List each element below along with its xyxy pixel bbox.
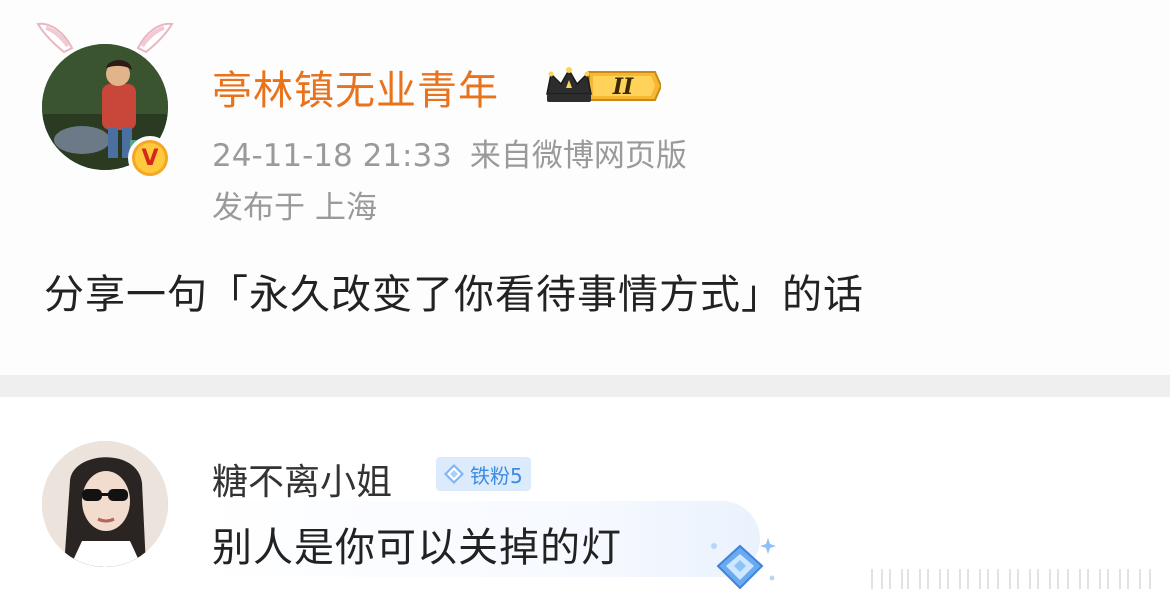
post-meta: 24-11-18 21:33 来自微博网页版 — [212, 130, 687, 175]
gem-sparkle-icon — [711, 538, 776, 590]
post-source[interactable]: 来自微博网页版 — [470, 138, 687, 174]
post-timestamp: 24-11-18 21:33 — [212, 138, 452, 174]
diamond-icon — [444, 464, 464, 484]
author-name[interactable]: 亭林镇无业青年 — [212, 58, 499, 116]
member-level-label: II — [612, 74, 634, 100]
comment-text: 别人是你可以关掉的灯 — [212, 525, 622, 571]
location-name: 上海 — [315, 190, 377, 226]
section-divider — [0, 375, 1170, 397]
commenter-avatar[interactable] — [42, 441, 168, 567]
post-location: 发布于 上海 — [212, 182, 377, 227]
commenter-name[interactable]: 糖不离小姐 — [212, 453, 392, 505]
verified-v-icon: V — [128, 136, 172, 180]
post-body-text: 分享一句「永久改变了你看待事情方式」的话 — [44, 272, 864, 318]
fan-badge[interactable]: 铁粉5 — [436, 457, 531, 491]
fan-badge-label: 铁粉5 — [470, 463, 523, 488]
location-prefix: 发布于 — [212, 190, 305, 226]
crown-icon[interactable]: II — [543, 64, 661, 108]
watermark-pattern — [871, 569, 1151, 589]
avatar-photo — [42, 441, 168, 567]
post-card: V 亭林镇无业青年 II 24-11-18 21:33 来自微博网页版 发布于 上海… — [0, 0, 1170, 375]
